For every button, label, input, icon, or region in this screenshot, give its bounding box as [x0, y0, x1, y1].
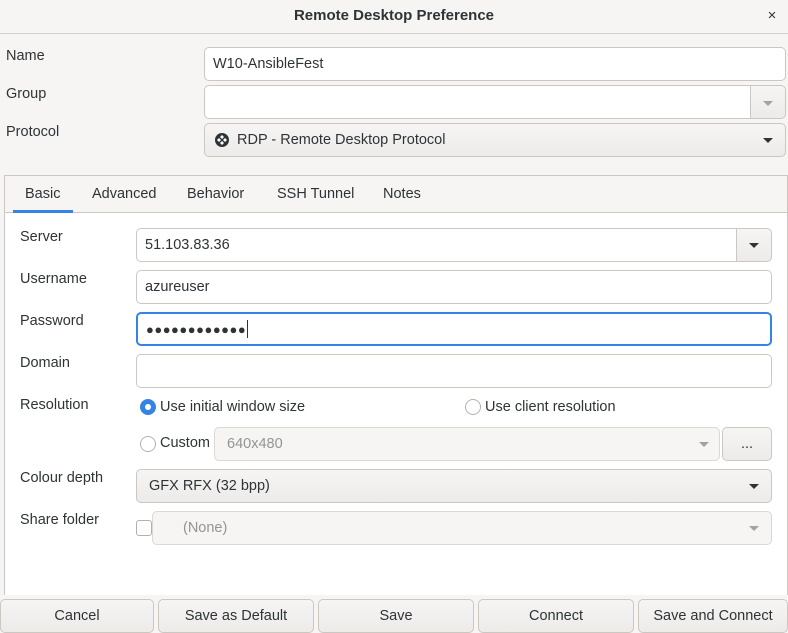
domain-label: Domain — [20, 355, 70, 371]
connect-button[interactable]: Connect — [478, 599, 634, 633]
group-label: Group — [6, 86, 47, 102]
tab-notes[interactable]: Notes — [383, 186, 421, 202]
window-title: Remote Desktop Preference — [293, 7, 495, 24]
group-input[interactable] — [204, 85, 752, 119]
server-label: Server — [20, 229, 63, 245]
chevron-down-icon — [699, 442, 709, 447]
name-input[interactable]: W10-AnsibleFest — [204, 47, 786, 81]
chevron-down-icon — [749, 243, 759, 248]
radio-custom-resolution[interactable] — [140, 436, 156, 452]
rdp-protocol-icon — [215, 133, 229, 147]
radio-initial-label: Use initial window size — [160, 399, 306, 415]
save-and-connect-button[interactable]: Save and Connect — [638, 599, 788, 633]
tab-advanced[interactable]: Advanced — [92, 186, 157, 202]
tab-bar: Basic Advanced Behavior SSH Tunnel Notes — [4, 175, 788, 213]
group-dropdown-button[interactable] — [750, 85, 786, 119]
close-icon[interactable]: × — [762, 6, 782, 26]
colour-depth-label: Colour depth — [20, 470, 104, 486]
custom-resolution-select[interactable]: 640x480 — [214, 427, 720, 461]
server-input[interactable]: 51.103.83.36 — [136, 228, 738, 262]
chevron-down-icon — [763, 101, 773, 106]
username-label: Username — [20, 271, 87, 287]
protocol-value: RDP - Remote Desktop Protocol — [237, 132, 446, 148]
password-value: ●●●●●●●●●●●● — [146, 321, 247, 337]
chevron-down-icon — [763, 138, 773, 143]
custom-resolution-value: 640x480 — [227, 436, 283, 452]
share-folder-select[interactable]: (None) — [152, 511, 772, 545]
title-bar: Remote Desktop Preference × — [0, 0, 788, 34]
password-label: Password — [20, 313, 84, 329]
text-cursor — [247, 320, 249, 338]
save-button[interactable]: Save — [318, 599, 474, 633]
tab-behavior[interactable]: Behavior — [187, 186, 244, 202]
radio-client-resolution[interactable] — [465, 399, 481, 415]
domain-input[interactable] — [136, 354, 772, 388]
radio-custom-label: Custom — [160, 435, 210, 451]
chevron-down-icon — [749, 484, 759, 489]
radio-initial-window-size[interactable] — [140, 399, 156, 415]
colour-depth-value: GFX RFX (32 bpp) — [149, 478, 270, 494]
protocol-select[interactable]: RDP - Remote Desktop Protocol — [204, 123, 786, 157]
save-as-default-button[interactable]: Save as Default — [158, 599, 314, 633]
username-input[interactable]: azureuser — [136, 270, 772, 304]
radio-client-label: Use client resolution — [485, 399, 616, 415]
chevron-down-icon — [749, 526, 759, 531]
resolution-label: Resolution — [20, 397, 89, 413]
cancel-button[interactable]: Cancel — [0, 599, 154, 633]
share-folder-label: Share folder — [20, 512, 99, 528]
share-folder-value: (None) — [183, 520, 228, 536]
active-tab-indicator — [13, 210, 73, 213]
share-folder-checkbox[interactable] — [136, 520, 152, 536]
colour-depth-select[interactable]: GFX RFX (32 bpp) — [136, 469, 772, 503]
tab-basic[interactable]: Basic — [25, 186, 60, 202]
password-input[interactable]: ●●●●●●●●●●●● — [136, 312, 772, 346]
tab-ssh-tunnel[interactable]: SSH Tunnel — [277, 186, 354, 202]
resolution-more-button[interactable]: ... — [722, 427, 772, 461]
name-label: Name — [6, 48, 45, 64]
protocol-label: Protocol — [6, 124, 60, 140]
server-dropdown-button[interactable] — [736, 228, 772, 262]
